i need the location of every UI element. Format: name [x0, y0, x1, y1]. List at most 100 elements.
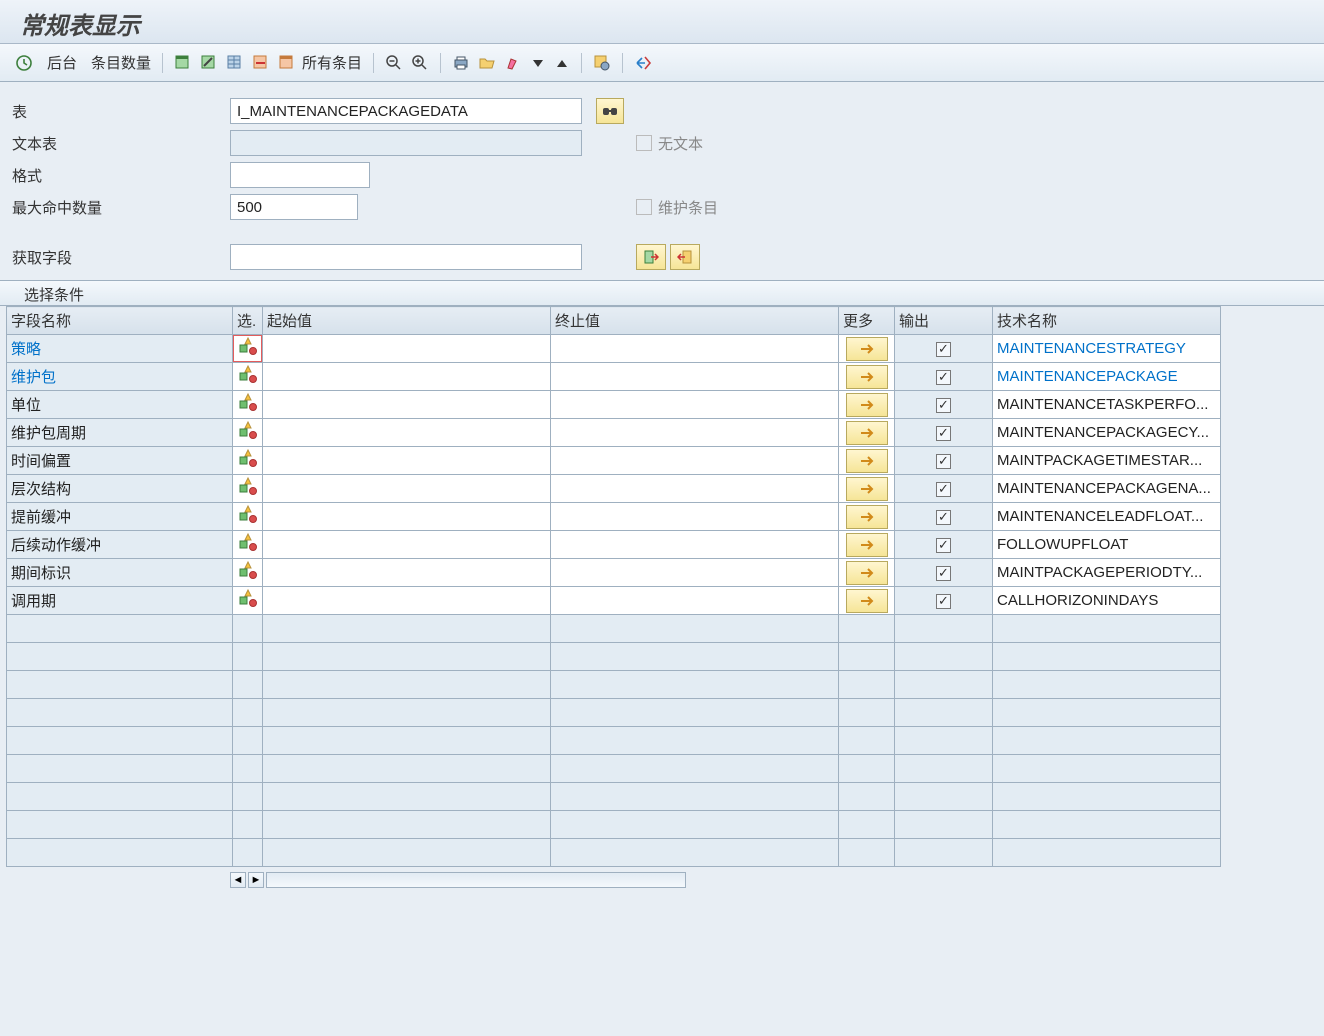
col-tech-name[interactable]: 技术名称 — [993, 307, 1221, 335]
entry-count-button[interactable]: 条目数量 — [82, 51, 154, 75]
multiple-selection-button[interactable] — [846, 589, 888, 613]
cell-tech-name: MAINTENANCEPACKAGECY... — [993, 419, 1221, 447]
export-button[interactable] — [475, 51, 499, 75]
output-checkbox[interactable]: ✓ — [936, 342, 951, 357]
arrow-right-icon — [859, 510, 875, 524]
cell-from[interactable] — [263, 363, 551, 391]
table-view-button[interactable] — [223, 51, 247, 75]
cell-to[interactable] — [551, 363, 839, 391]
execute-button[interactable] — [12, 51, 36, 75]
table-delete-button[interactable] — [249, 51, 273, 75]
cell-from[interactable] — [263, 335, 551, 363]
table-insert-button[interactable] — [171, 51, 195, 75]
zoom-out-button[interactable] — [382, 51, 406, 75]
cell-from[interactable] — [263, 587, 551, 615]
cell-to[interactable] — [551, 531, 839, 559]
cell-select-option[interactable] — [233, 475, 263, 503]
col-field-name[interactable]: 字段名称 — [7, 307, 233, 335]
col-select[interactable]: 选. — [233, 307, 263, 335]
import-fields-button[interactable] — [636, 244, 666, 270]
cell-select-option[interactable] — [233, 419, 263, 447]
variant-button[interactable] — [590, 51, 614, 75]
cell-from[interactable] — [263, 475, 551, 503]
find-table-button[interactable] — [596, 98, 624, 124]
multiple-selection-button[interactable] — [846, 477, 888, 501]
cell-select-option[interactable] — [233, 363, 263, 391]
cell-to[interactable] — [551, 559, 839, 587]
cell-to[interactable] — [551, 391, 839, 419]
highlight-button[interactable] — [501, 51, 525, 75]
cell-from[interactable] — [263, 559, 551, 587]
cell-select-option[interactable] — [233, 587, 263, 615]
cell-more — [839, 643, 895, 671]
select-options-icon — [237, 532, 259, 554]
output-checkbox[interactable]: ✓ — [936, 594, 951, 609]
multiple-selection-button[interactable] — [846, 449, 888, 473]
output-checkbox[interactable]: ✓ — [936, 566, 951, 581]
print-button[interactable] — [449, 51, 473, 75]
multiple-selection-button[interactable] — [846, 505, 888, 529]
cell-select-option[interactable] — [233, 391, 263, 419]
select-options-icon — [237, 420, 259, 442]
cell-to[interactable] — [551, 419, 839, 447]
grid-row: 后续动作缓冲✓FOLLOWUPFLOAT — [7, 531, 1221, 559]
cell-to[interactable] — [551, 587, 839, 615]
cell-more — [839, 671, 895, 699]
cell-from[interactable] — [263, 391, 551, 419]
grid-row: 单位✓MAINTENANCETASKPERFO... — [7, 391, 1221, 419]
col-output[interactable]: 输出 — [895, 307, 993, 335]
output-checkbox[interactable]: ✓ — [936, 454, 951, 469]
all-entries-button[interactable]: 所有条目 — [275, 51, 365, 75]
output-checkbox[interactable]: ✓ — [936, 482, 951, 497]
cell-select-option[interactable] — [233, 531, 263, 559]
output-checkbox[interactable]: ✓ — [936, 538, 951, 553]
zoom-in-button[interactable] — [408, 51, 432, 75]
field-label[interactable]: 维护包 — [11, 369, 56, 386]
cell-select-option[interactable] — [233, 447, 263, 475]
cell-from[interactable] — [263, 419, 551, 447]
cell-from — [263, 811, 551, 839]
dropdown-up-button[interactable] — [551, 51, 573, 75]
cell-from — [263, 615, 551, 643]
multiple-selection-button[interactable] — [846, 393, 888, 417]
field-label[interactable]: 策略 — [11, 341, 41, 358]
cell-select-option[interactable] — [233, 559, 263, 587]
cell-select-option[interactable] — [233, 503, 263, 531]
multiple-selection-button[interactable] — [846, 365, 888, 389]
col-more[interactable]: 更多 — [839, 307, 895, 335]
multiple-selection-button[interactable] — [846, 421, 888, 445]
background-button[interactable]: 后台 — [38, 51, 80, 75]
multiple-selection-button[interactable] — [846, 561, 888, 585]
page-title: 常规表显示 — [20, 13, 140, 40]
scroll-right-button[interactable]: ► — [248, 872, 264, 888]
dropdown-down-button[interactable] — [527, 51, 549, 75]
cell-select-option — [233, 839, 263, 867]
format-input[interactable] — [230, 162, 370, 188]
col-to[interactable]: 终止值 — [551, 307, 839, 335]
scroll-track[interactable] — [266, 872, 686, 888]
cell-to[interactable] — [551, 335, 839, 363]
scroll-left-button[interactable]: ◄ — [230, 872, 246, 888]
export-fields-button[interactable] — [670, 244, 700, 270]
cell-to[interactable] — [551, 447, 839, 475]
output-checkbox[interactable]: ✓ — [936, 510, 951, 525]
table-input[interactable] — [230, 98, 582, 124]
cell-from[interactable] — [263, 447, 551, 475]
max-hits-input[interactable] — [230, 194, 358, 220]
multiple-selection-button[interactable] — [846, 337, 888, 361]
cell-select-option[interactable] — [233, 335, 263, 363]
table-edit-button[interactable] — [197, 51, 221, 75]
output-checkbox[interactable]: ✓ — [936, 426, 951, 441]
cell-to[interactable] — [551, 503, 839, 531]
col-from[interactable]: 起始值 — [263, 307, 551, 335]
multiple-selection-button[interactable] — [846, 533, 888, 557]
grid-row-empty — [7, 643, 1221, 671]
cell-from[interactable] — [263, 531, 551, 559]
horizontal-scrollbar[interactable]: ◄ ► — [0, 869, 1324, 891]
cell-to[interactable] — [551, 475, 839, 503]
exit-button[interactable] — [631, 51, 655, 75]
get-fields-input[interactable] — [230, 244, 582, 270]
output-checkbox[interactable]: ✓ — [936, 398, 951, 413]
output-checkbox[interactable]: ✓ — [936, 370, 951, 385]
cell-from[interactable] — [263, 503, 551, 531]
